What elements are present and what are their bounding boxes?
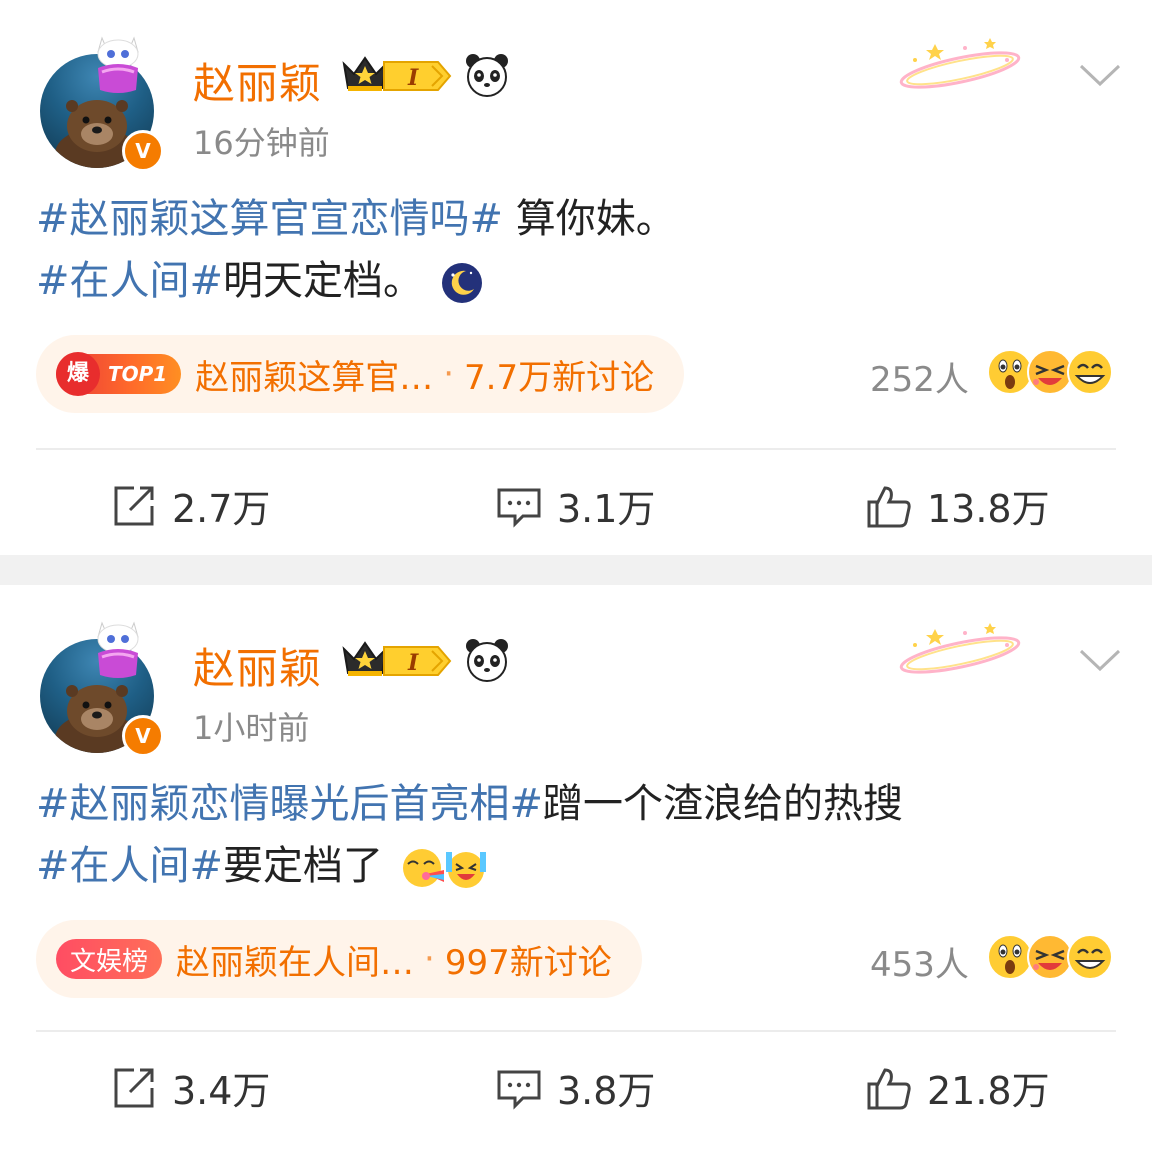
hashtag-link[interactable]: #在人间# xyxy=(36,843,223,889)
trending-topic-pill[interactable]: 爆 TOP1 赵丽颖这算官… · 7.7万新讨论 xyxy=(36,335,685,413)
hashtag-link[interactable]: #在人间# xyxy=(36,258,223,304)
sparkle-decoration xyxy=(899,623,1021,674)
trend-discussion-count: 997新讨论 xyxy=(444,942,612,983)
comment-icon xyxy=(497,1070,541,1110)
grin-face-icon xyxy=(1067,934,1113,980)
hashtag-link[interactable]: #赵丽颖恋情曝光后首亮相# xyxy=(36,781,543,827)
sparkle-decoration xyxy=(899,38,1021,89)
trend-title: 赵丽颖在人间… xyxy=(176,942,415,983)
post-text: 要定档了 xyxy=(223,843,384,889)
panda-icon xyxy=(466,54,508,97)
svg-text:I: I xyxy=(407,65,419,91)
weibo-post: V 赵丽颖 I 1小时前 #赵丽颖恋情曝光后首亮相#蹭一个渣浪给的热搜 #在人间… xyxy=(0,585,1152,1152)
hot-rank-tag: 爆 TOP1 xyxy=(56,352,182,396)
chevron-down-icon[interactable] xyxy=(1078,645,1122,675)
moon-emoji-icon xyxy=(441,263,482,303)
cat-pendant-decoration xyxy=(97,36,139,93)
username[interactable]: 赵丽颖 xyxy=(193,50,322,111)
post-text: 算你妹。 xyxy=(503,196,676,242)
repost-button[interactable]: 3.4万 xyxy=(110,1060,270,1115)
rainbow-face-emoji-icon xyxy=(402,849,444,887)
comment-button[interactable]: 3.1万 xyxy=(495,478,655,533)
like-icon xyxy=(867,485,911,527)
username[interactable]: 赵丽颖 xyxy=(193,635,322,696)
avatar[interactable]: V xyxy=(38,615,168,757)
repost-button[interactable]: 2.7万 xyxy=(110,478,270,533)
post-text: 明天定档。 xyxy=(223,258,424,304)
svg-text:I: I xyxy=(407,650,419,676)
crying-laugh-emoji-icon xyxy=(445,852,486,888)
comment-button[interactable]: 3.8万 xyxy=(495,1060,655,1115)
cat-pendant-decoration xyxy=(97,621,139,678)
weibo-post: V 赵丽颖 I 16分钟前 #赵丽颖这算官宣恋情吗# 算你妹。 #在人间#明天定… xyxy=(0,0,1152,555)
chevron-down-icon[interactable] xyxy=(1078,60,1122,90)
grin-face-icon xyxy=(1067,349,1113,395)
repost-icon xyxy=(114,1068,154,1107)
divider xyxy=(36,1030,1116,1032)
avatar[interactable]: V xyxy=(38,30,168,172)
post-content: #赵丽颖这算官宣恋情吗# 算你妹。 #在人间#明天定档。 xyxy=(36,188,1126,312)
panda-icon xyxy=(466,639,508,682)
v-verified-icon: V xyxy=(122,130,164,172)
post-separator xyxy=(0,555,1152,585)
level-badge-icon: I xyxy=(383,61,452,91)
like-button[interactable]: 21.8万 xyxy=(865,1060,1050,1115)
entertainment-chart-tag: 文娱榜 xyxy=(56,939,163,979)
post-timestamp: 16分钟前 xyxy=(193,124,330,162)
trending-topic-pill[interactable]: 文娱榜 赵丽颖在人间… · 997新讨论 xyxy=(36,920,642,998)
comment-icon xyxy=(497,488,541,528)
reactions-count[interactable]: 252人 xyxy=(870,352,969,401)
post-text: 蹭一个渣浪给的热搜 xyxy=(543,781,904,827)
reactions-count[interactable]: 453人 xyxy=(870,937,969,986)
v-verified-icon: V xyxy=(122,715,164,757)
hashtag-link[interactable]: #赵丽颖这算官宣恋情吗# xyxy=(36,196,503,242)
post-content: #赵丽颖恋情曝光后首亮相#蹭一个渣浪给的热搜 #在人间#要定档了 xyxy=(36,773,1126,897)
divider xyxy=(36,448,1116,450)
like-button[interactable]: 13.8万 xyxy=(865,478,1050,533)
like-icon xyxy=(867,1067,911,1109)
level-badge-icon: I xyxy=(383,646,452,676)
post-timestamp: 1小时前 xyxy=(193,709,310,747)
trend-discussion-count: 7.7万新讨论 xyxy=(464,357,655,398)
repost-icon xyxy=(114,486,154,525)
trend-title: 赵丽颖这算官… xyxy=(195,357,434,398)
